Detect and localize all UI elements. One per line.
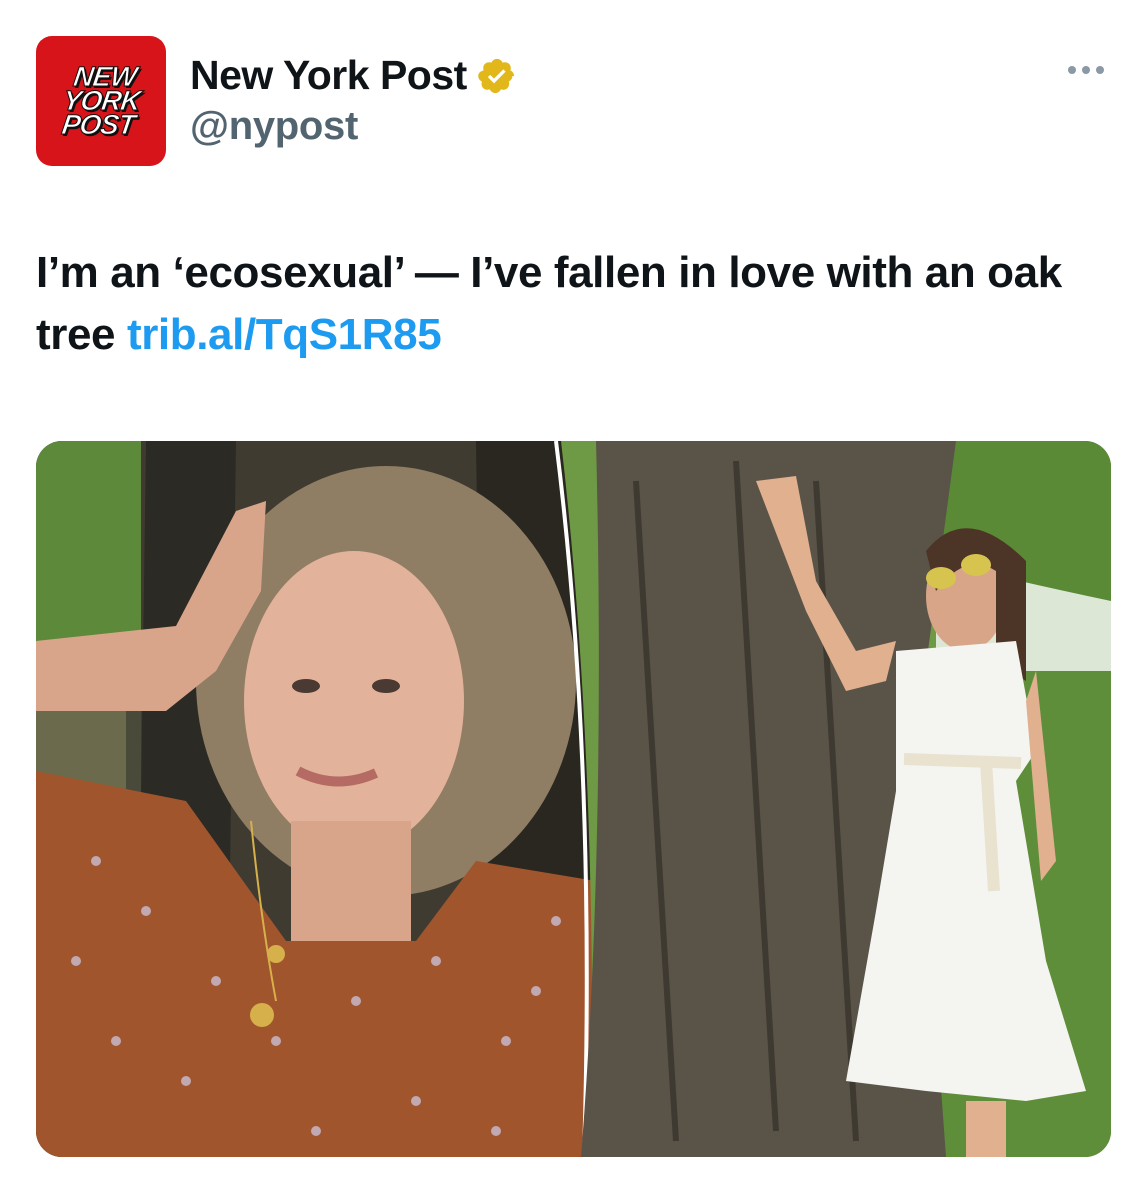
- more-options-button[interactable]: [1062, 60, 1110, 80]
- account-handle[interactable]: @nypost: [190, 104, 358, 149]
- photo-right[interactable]: [561, 441, 1111, 1157]
- author-name-row[interactable]: New York Post: [190, 52, 517, 99]
- tweet-text: I’m an ‘ecosexual’ — I’ve fallen in love…: [36, 242, 1111, 366]
- verified-badge-icon: [478, 58, 514, 93]
- more-dot-icon: [1082, 66, 1090, 74]
- more-dot-icon: [1068, 66, 1076, 74]
- media-image: [36, 441, 1111, 1157]
- logo-line-3: POST: [59, 109, 137, 141]
- nypost-avatar[interactable]: NEW YORK POST: [36, 36, 166, 166]
- tweet-link[interactable]: trib.al/TqS1R85: [127, 310, 442, 359]
- tweet-media[interactable]: [36, 441, 1111, 1157]
- nypost-logo: NEW YORK POST: [57, 61, 144, 141]
- photo-left[interactable]: [36, 441, 596, 1157]
- display-name[interactable]: New York Post: [190, 52, 467, 99]
- more-dot-icon: [1096, 66, 1104, 74]
